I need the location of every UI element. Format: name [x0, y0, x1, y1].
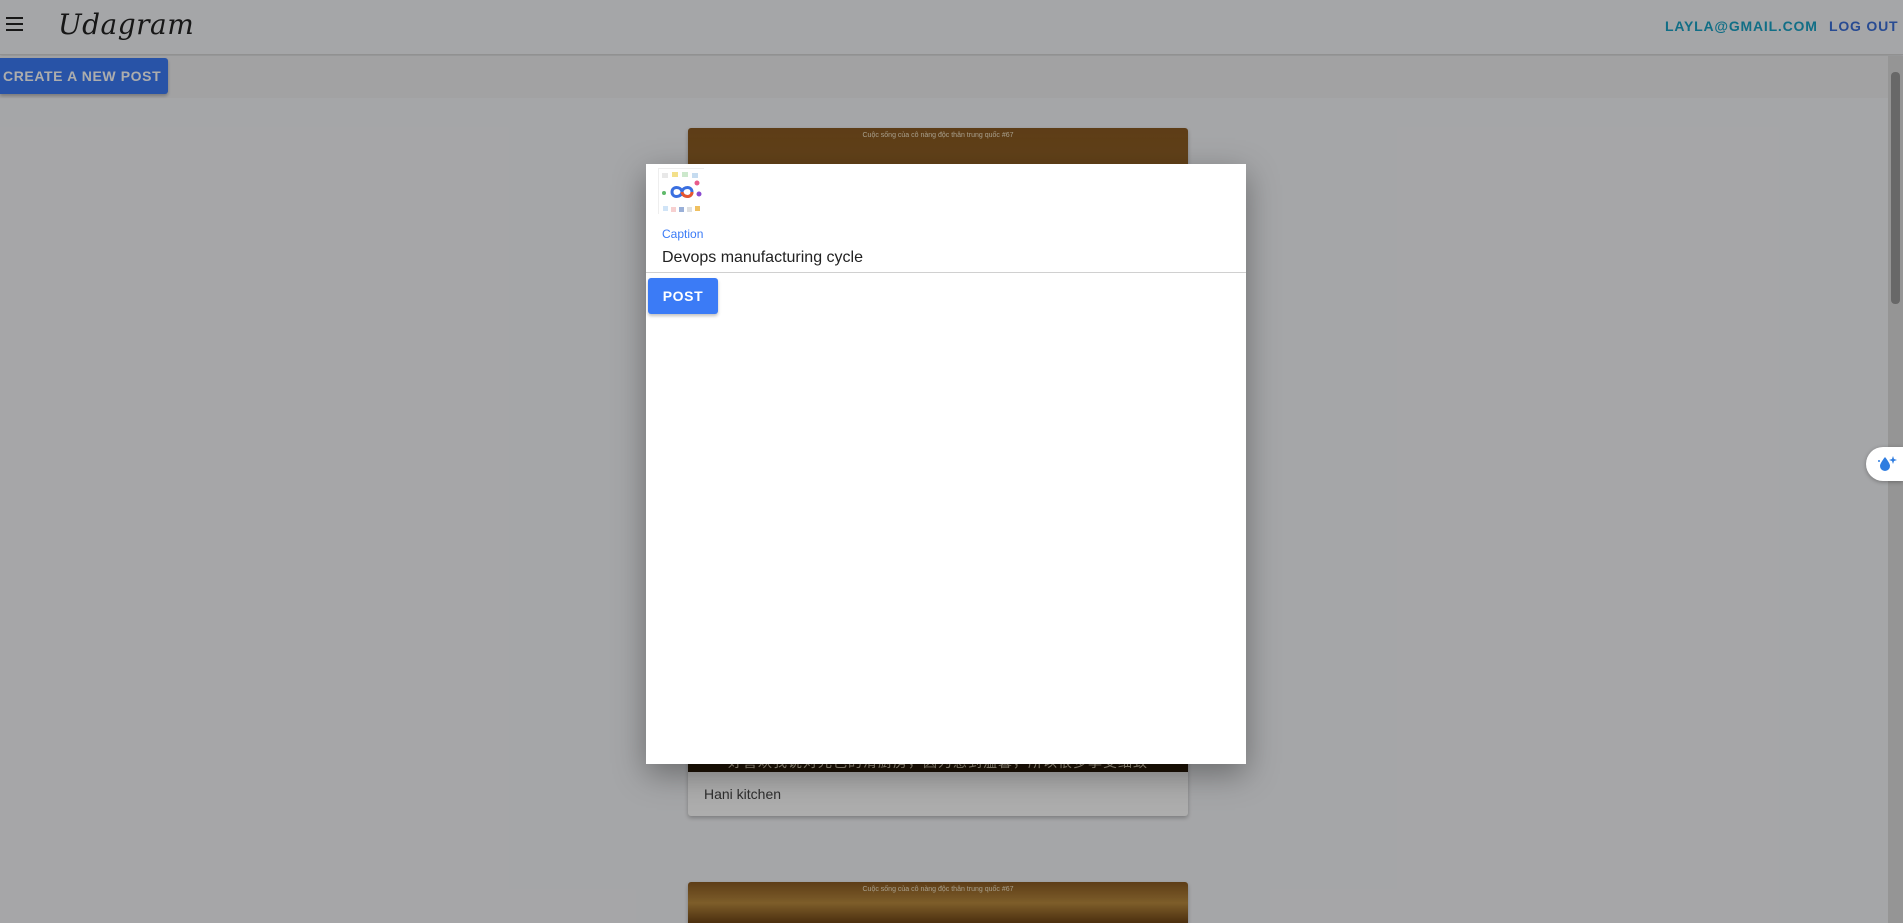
devops-cycle-image: [659, 169, 705, 215]
caption-label: Caption: [662, 227, 704, 241]
app-page: Udagram LAYLA@GMAIL.COM LOG OUT CREATE A…: [0, 0, 1903, 923]
water-drop-icon: [1878, 456, 1897, 471]
image-preview: [658, 168, 705, 215]
water-drop-widget[interactable]: [1866, 447, 1903, 481]
post-button[interactable]: POST: [648, 278, 718, 314]
new-post-dialog: Caption POST: [646, 164, 1246, 764]
caption-input[interactable]: [646, 241, 1246, 273]
